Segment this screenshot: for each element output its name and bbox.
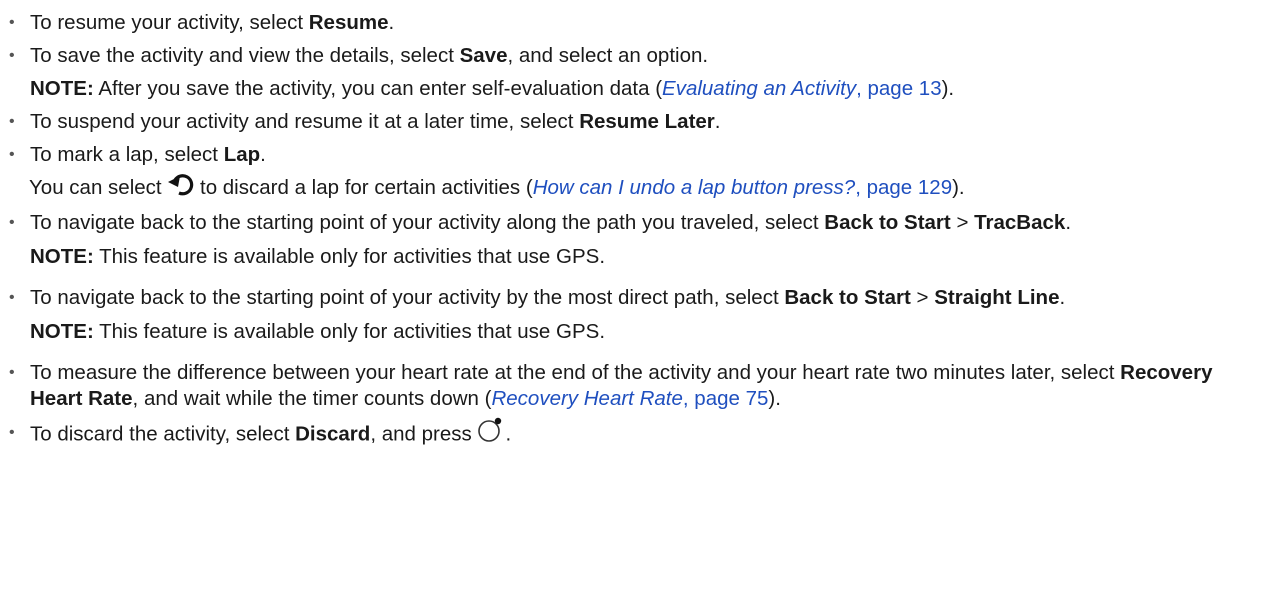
item-text: . [388, 11, 395, 34]
list-item-discard: To discard the activity, select Discard,… [0, 416, 1264, 454]
note-text: This feature is available only for activ… [93, 319, 606, 343]
note-text: This feature is available only for activ… [93, 244, 606, 268]
link-title[interactable]: Recovery Heart Rate [491, 387, 682, 410]
undo-arrow-icon [167, 172, 194, 206]
item-bold: Discard [295, 422, 371, 445]
item-text: . [505, 422, 512, 445]
item-bold: Resume [308, 11, 389, 34]
note-label: NOTE: [30, 77, 94, 100]
link-page[interactable]: page 75 [694, 387, 768, 410]
item-text: You can select [29, 176, 168, 199]
item-bold: Back to Start [824, 210, 951, 234]
link-title[interactable]: How can I undo a lap button press? [533, 176, 856, 199]
list-item-resume-later: To suspend your activity and resume it a… [0, 105, 1264, 138]
link-recovery-heart-rate[interactable]: Recovery Heart Rate, page 75 [491, 387, 768, 410]
item-text: To navigate back to the starting point o… [30, 210, 825, 234]
note: NOTE: After you save the activity, you c… [30, 72, 1264, 105]
item-text: > [950, 210, 975, 234]
item-text: To measure the difference between your h… [30, 360, 1121, 384]
link-separator[interactable]: , [683, 387, 689, 410]
list-item-resume: To resume your activity, select Resume. [0, 6, 1264, 39]
item-text: To mark a lap, select [30, 143, 224, 166]
list-item-recovery-heart-rate: To measure the difference between your h… [0, 356, 1264, 416]
list-item-lap: To mark a lap, select Lap. You can selec… [0, 138, 1264, 206]
list-item-save: To save the activity and view the detail… [0, 39, 1264, 105]
item-text: . [1065, 210, 1072, 234]
item-bold: Straight Line [934, 285, 1060, 309]
note-text: After you save the activity, you can ent… [93, 77, 663, 100]
item-text: To save the activity and view the detail… [30, 44, 460, 67]
link-undo-lap[interactable]: How can I undo a lap button press?, page… [533, 176, 952, 199]
item-text: ). [952, 176, 965, 199]
instruction-list: To resume your activity, select Resume. … [0, 0, 1264, 454]
item-text: To navigate back to the starting point o… [30, 285, 785, 309]
note-label: NOTE: [30, 244, 94, 268]
list-item-straight-line: To navigate back to the starting point o… [0, 281, 1264, 356]
item-text: . [1059, 285, 1066, 309]
note-text: ). [941, 77, 955, 100]
list-item-tracback: To navigate back to the starting point o… [0, 206, 1264, 281]
link-page[interactable]: , page 13 [856, 77, 942, 100]
item-text: , and press [370, 422, 478, 445]
watch-button-icon [477, 416, 505, 454]
item-text: To resume your activity, select [30, 11, 309, 34]
link-page[interactable]: , page 129 [855, 176, 952, 199]
item-text: to discard a lap for certain activities … [194, 176, 533, 199]
item-bold: TracBack [974, 210, 1066, 234]
note: NOTE: This feature is available only for… [30, 315, 1264, 348]
link-title[interactable]: Evaluating an Activity [662, 77, 856, 100]
item-bold: Lap [223, 143, 261, 166]
item-text: . [260, 143, 266, 166]
link-evaluating-activity[interactable]: Evaluating an Activity, page 13 [662, 77, 942, 100]
note-label: NOTE: [30, 319, 94, 343]
item-text: To suspend your activity and resume it a… [30, 110, 580, 133]
item-text: , and select an option. [507, 44, 709, 67]
item-text: ). [768, 386, 781, 410]
note: NOTE: This feature is available only for… [30, 240, 1264, 273]
item-text: To discard the activity, select [30, 422, 296, 445]
item-text: . [714, 110, 721, 133]
item-bold: Save [459, 44, 508, 67]
item-bold: Resume Later [579, 110, 715, 133]
item-text: > [910, 285, 935, 309]
item-bold: Back to Start [784, 285, 911, 309]
item-text: , and wait while the timer counts down ( [132, 386, 492, 410]
